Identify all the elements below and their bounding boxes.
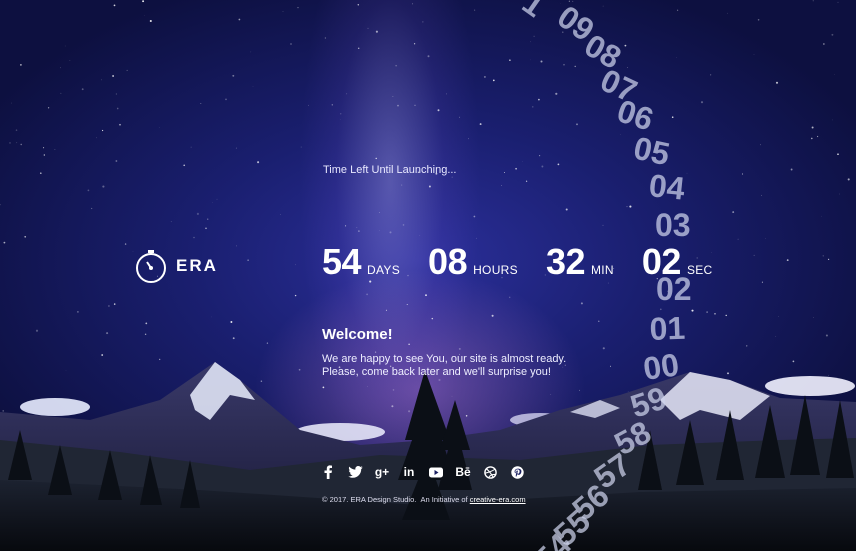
countdown-hours: 08 HOURS [428, 244, 518, 280]
hours-value: 08 [428, 241, 468, 282]
youtube-icon[interactable] [427, 463, 445, 481]
countdown-timer: 54 DAYS 08 HOURS 32 MIN 02 SEC [322, 244, 741, 280]
footer-initiative: An Initiative of [420, 495, 468, 504]
behance-icon[interactable]: Bē [454, 463, 472, 481]
days-value: 54 [322, 241, 362, 282]
footer-link[interactable]: creative-era.com [470, 495, 526, 504]
hours-label: HOURS [473, 263, 518, 277]
brand-logo[interactable]: ERA [134, 247, 218, 285]
minutes-value: 32 [545, 241, 586, 282]
countdown-seconds: 02 SEC [642, 244, 713, 280]
facebook-icon[interactable] [319, 463, 337, 481]
welcome-message: We are happy to see You, our site is alm… [322, 353, 622, 379]
countdown-tagline: Time Left Until Launching... [323, 164, 457, 176]
footer-copyright: © 2017. ERA Design Studio. [322, 495, 417, 504]
dribbble-icon[interactable] [481, 463, 499, 481]
twitter-icon[interactable] [346, 463, 364, 481]
countdown-minutes: 32 MIN [546, 244, 614, 280]
linkedin-icon[interactable]: in [400, 463, 418, 481]
welcome-line-1: We are happy to see You, our site is alm… [322, 353, 567, 365]
welcome-line-2: Please, come back later and we'll surpri… [322, 366, 551, 378]
days-label: DAYS [367, 263, 401, 277]
minutes-label: MIN [590, 263, 614, 277]
brand-name: ERA [176, 256, 218, 275]
seconds-label: SEC [686, 263, 713, 277]
google-plus-icon[interactable]: g+ [373, 463, 391, 481]
countdown-days: 54 DAYS [322, 244, 400, 280]
seconds-value: 02 [641, 241, 682, 282]
footer: © 2017. ERA Design Studio. An Initiative… [322, 495, 526, 504]
social-links: g+ in Bē [319, 463, 526, 481]
pinterest-icon[interactable] [508, 463, 526, 481]
stopwatch-icon [136, 250, 166, 283]
welcome-heading: Welcome! [322, 326, 393, 343]
